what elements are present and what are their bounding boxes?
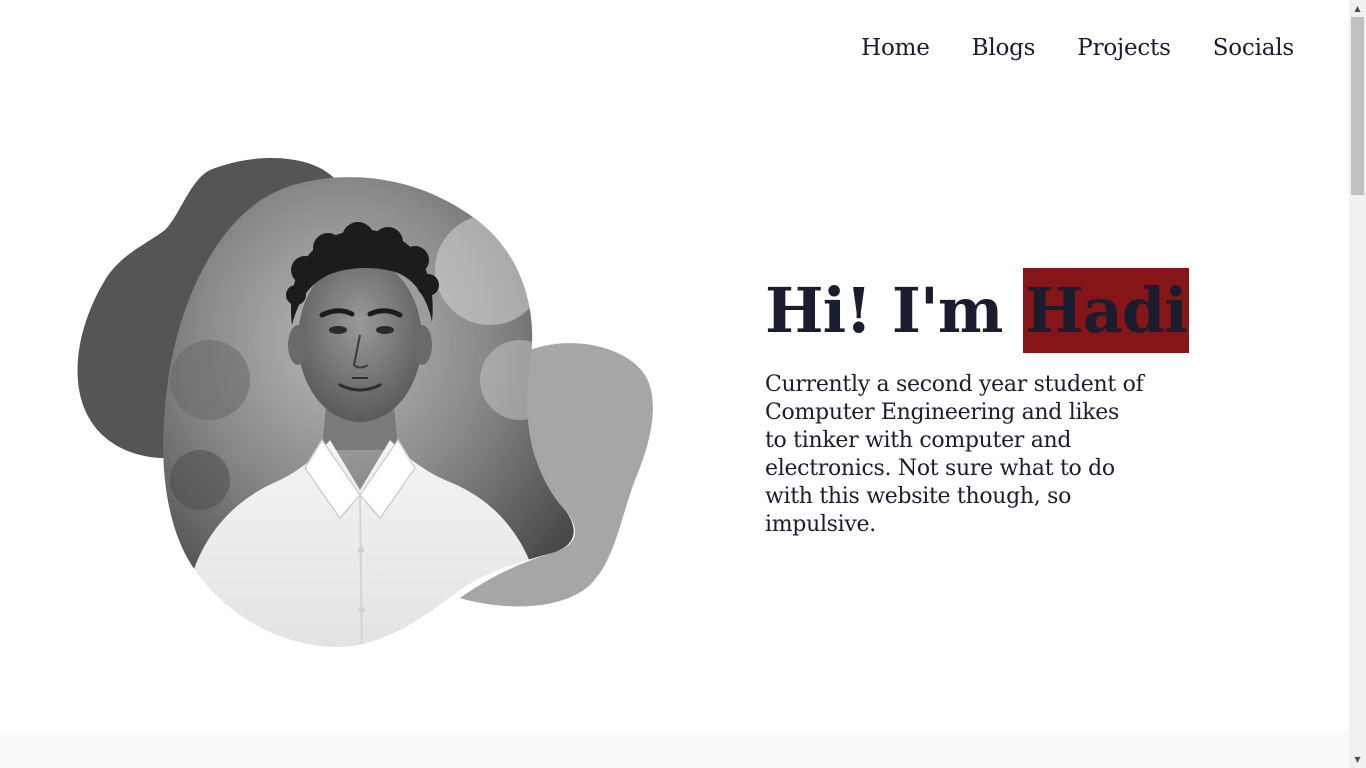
hero-text: Hi! I'm Hadi Currently a second year stu…: [765, 268, 1189, 539]
scrollbar[interactable]: ▲ ▼: [1349, 0, 1366, 768]
scroll-down-icon[interactable]: ▼: [1349, 751, 1366, 768]
highlighted-name: Hadi: [1023, 268, 1189, 353]
hero-heading: Hi! I'm Hadi: [765, 268, 1189, 353]
greeting-prefix: Hi! I'm: [765, 274, 1004, 347]
scroll-up-icon[interactable]: ▲: [1349, 0, 1366, 17]
nav-home[interactable]: Home: [861, 30, 930, 66]
nav-blogs[interactable]: Blogs: [972, 30, 1036, 66]
nav-projects[interactable]: Projects: [1077, 30, 1171, 66]
nav-socials[interactable]: Socials: [1213, 30, 1295, 66]
scroll-thumb[interactable]: [1351, 17, 1364, 195]
next-section: [0, 732, 1349, 768]
profile-photo-blob: [77, 158, 653, 648]
hero-description: Currently a second year student of Compu…: [765, 372, 1144, 537]
main-nav: Home Blogs Projects Socials: [861, 30, 1294, 66]
page: Home Blogs Projects Socials Hi! I'm Hadi…: [0, 0, 1366, 768]
